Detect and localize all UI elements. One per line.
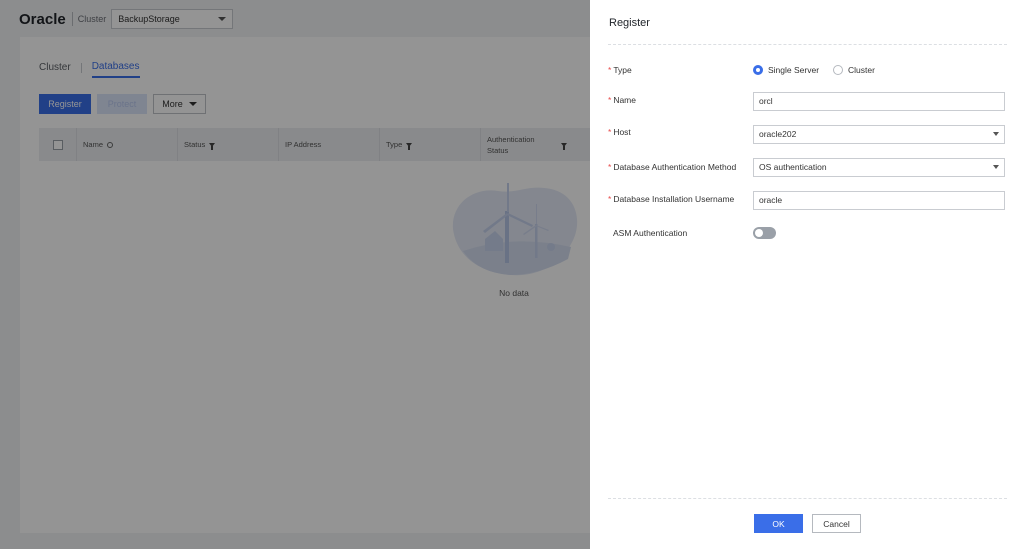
- required-marker: *: [608, 64, 612, 75]
- footer-divider: [608, 498, 1007, 499]
- radio-checked-icon[interactable]: [753, 64, 763, 75]
- cancel-button[interactable]: Cancel: [812, 514, 861, 533]
- modal-overlay[interactable]: [0, 0, 590, 549]
- auth-method-select[interactable]: OS authentication: [753, 157, 1005, 177]
- install-user-input[interactable]: oracle: [753, 190, 1005, 210]
- asm-label: ASM Authentication: [613, 227, 688, 238]
- radio-cluster-label: Cluster: [848, 64, 875, 75]
- radio-cluster[interactable]: Cluster: [833, 64, 875, 75]
- radio-single-server-label: Single Server: [768, 64, 820, 75]
- auth-method-select-value: OS authentication: [759, 162, 827, 172]
- chevron-down-icon: [993, 132, 999, 136]
- type-row: * Type Single Server Cluster: [608, 63, 1008, 76]
- host-row: * Host oracle202: [608, 124, 1008, 144]
- name-input[interactable]: orcl: [753, 91, 1005, 111]
- asm-row: ASM Authentication: [608, 226, 1008, 239]
- radio-single-server[interactable]: Single Server: [753, 64, 820, 75]
- required-marker: *: [608, 194, 612, 204]
- install-user-row: * Database Installation Username oracle: [608, 190, 1008, 210]
- required-marker: *: [608, 161, 612, 172]
- radio-unchecked-icon[interactable]: [833, 64, 844, 75]
- drawer-title: Register: [609, 17, 650, 29]
- auth-method-row: * Database Authentication Method OS authe…: [608, 157, 1008, 177]
- type-label: * Type: [608, 64, 632, 75]
- ok-button[interactable]: OK: [754, 514, 803, 533]
- register-drawer: Register * Type Single Server Cluster * Na…: [590, 0, 1024, 549]
- auth-method-label: * Database Authentication Method: [608, 161, 737, 172]
- host-select[interactable]: oracle202: [753, 124, 1005, 144]
- chevron-down-icon: [993, 165, 999, 169]
- toggle-knob: [755, 228, 763, 237]
- required-marker: *: [608, 95, 612, 105]
- required-marker: *: [608, 127, 612, 137]
- title-divider: [608, 44, 1007, 45]
- type-radio-group: Single Server Cluster: [753, 64, 889, 75]
- name-label: * Name: [608, 95, 636, 105]
- asm-toggle[interactable]: [753, 226, 776, 239]
- drawer-footer: OK Cancel: [754, 514, 861, 533]
- host-label: * Host: [608, 127, 631, 137]
- install-user-label: * Database Installation Username: [608, 194, 735, 204]
- host-select-value: oracle202: [759, 129, 797, 139]
- name-row: * Name orcl: [608, 91, 1008, 111]
